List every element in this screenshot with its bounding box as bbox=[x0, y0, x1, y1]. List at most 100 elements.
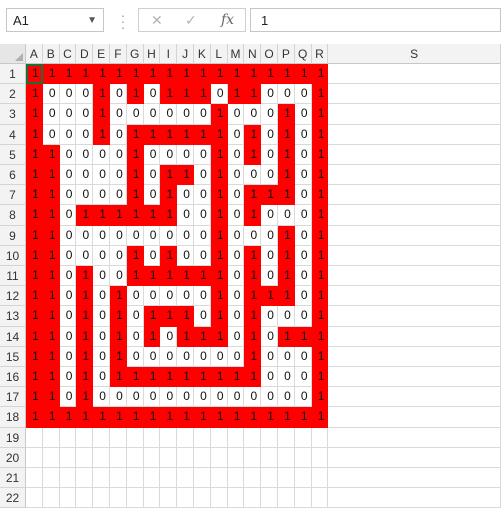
cell-r16[interactable]: 1 bbox=[311, 367, 329, 388]
cell-m1[interactable]: 1 bbox=[227, 64, 245, 85]
cell-l8[interactable]: 1 bbox=[210, 205, 228, 226]
cell-p15[interactable]: 0 bbox=[278, 346, 295, 367]
cell-p18[interactable]: 1 bbox=[278, 407, 295, 428]
cell-k17[interactable]: 0 bbox=[194, 387, 211, 408]
cell-e4[interactable]: 1 bbox=[93, 124, 110, 145]
cell-r17[interactable]: 1 bbox=[311, 387, 329, 408]
row-header-15[interactable]: 15 bbox=[0, 346, 26, 367]
cell-g13[interactable]: 0 bbox=[126, 306, 144, 327]
cell-j11[interactable]: 1 bbox=[177, 266, 194, 287]
cell-q12[interactable]: 0 bbox=[294, 286, 312, 307]
cell-l21[interactable] bbox=[210, 468, 228, 489]
cell-h6[interactable]: 0 bbox=[143, 165, 161, 186]
row-header-18[interactable]: 18 bbox=[0, 407, 26, 428]
cell-p3[interactable]: 1 bbox=[278, 104, 295, 125]
cell-p17[interactable]: 0 bbox=[278, 387, 295, 408]
insert-function-button[interactable]: fx bbox=[221, 12, 234, 28]
cell-q14[interactable]: 1 bbox=[294, 326, 312, 347]
cell-n14[interactable]: 1 bbox=[244, 326, 262, 347]
row-header-6[interactable]: 6 bbox=[0, 165, 26, 186]
cell-f5[interactable]: 0 bbox=[110, 144, 127, 165]
cell-k5[interactable]: 0 bbox=[194, 144, 211, 165]
cell-s10[interactable] bbox=[328, 245, 501, 266]
cell-o15[interactable]: 0 bbox=[261, 346, 278, 367]
cell-h4[interactable]: 1 bbox=[143, 124, 161, 145]
cell-h9[interactable]: 0 bbox=[143, 225, 161, 246]
cell-s12[interactable] bbox=[328, 286, 501, 307]
name-box[interactable]: A1 ▼ bbox=[6, 8, 104, 32]
cell-e1[interactable]: 1 bbox=[93, 64, 110, 85]
cell-j10[interactable]: 0 bbox=[177, 245, 194, 266]
cell-l5[interactable]: 1 bbox=[210, 144, 228, 165]
cell-m8[interactable]: 0 bbox=[227, 205, 245, 226]
cell-b7[interactable]: 1 bbox=[42, 185, 60, 206]
row-header-10[interactable]: 10 bbox=[0, 245, 26, 266]
cell-q3[interactable]: 0 bbox=[294, 104, 312, 125]
cell-f4[interactable]: 0 bbox=[110, 124, 127, 145]
cell-e22[interactable] bbox=[93, 488, 110, 508]
cell-k1[interactable]: 1 bbox=[194, 64, 211, 85]
cell-m3[interactable]: 0 bbox=[227, 104, 245, 125]
cell-g1[interactable]: 1 bbox=[126, 64, 144, 85]
cell-c10[interactable]: 0 bbox=[59, 245, 77, 266]
cell-l22[interactable] bbox=[210, 488, 228, 508]
cell-r11[interactable]: 1 bbox=[311, 266, 329, 287]
row-header-2[interactable]: 2 bbox=[0, 84, 26, 105]
cell-s4[interactable] bbox=[328, 124, 501, 145]
cell-b17[interactable]: 1 bbox=[42, 387, 60, 408]
cell-f7[interactable]: 0 bbox=[110, 185, 127, 206]
cell-q2[interactable]: 0 bbox=[294, 84, 312, 105]
cell-p7[interactable]: 1 bbox=[278, 185, 295, 206]
cell-c11[interactable]: 0 bbox=[59, 266, 77, 287]
cell-n20[interactable] bbox=[244, 447, 262, 468]
cell-d12[interactable]: 1 bbox=[76, 286, 94, 307]
cell-n1[interactable]: 1 bbox=[244, 64, 262, 85]
cell-b15[interactable]: 1 bbox=[42, 346, 60, 367]
cell-r2[interactable]: 1 bbox=[311, 84, 329, 105]
select-all-button[interactable] bbox=[0, 44, 26, 64]
column-header-m[interactable]: M bbox=[227, 44, 245, 64]
cell-i5[interactable]: 0 bbox=[160, 144, 178, 165]
cell-e12[interactable]: 0 bbox=[93, 286, 110, 307]
cell-g14[interactable]: 0 bbox=[126, 326, 144, 347]
cell-o19[interactable] bbox=[261, 427, 278, 448]
cell-p13[interactable]: 0 bbox=[278, 306, 295, 327]
cell-j15[interactable]: 0 bbox=[177, 346, 194, 367]
cell-f22[interactable] bbox=[110, 488, 127, 508]
cell-c7[interactable]: 0 bbox=[59, 185, 77, 206]
cell-e9[interactable]: 0 bbox=[93, 225, 110, 246]
cell-a13[interactable]: 1 bbox=[26, 306, 43, 327]
cell-r4[interactable]: 1 bbox=[311, 124, 329, 145]
cell-f12[interactable]: 1 bbox=[110, 286, 127, 307]
cell-a1[interactable]: 1 bbox=[26, 64, 43, 85]
cell-r15[interactable]: 1 bbox=[311, 346, 329, 367]
cell-h14[interactable]: 1 bbox=[143, 326, 161, 347]
cell-m5[interactable]: 0 bbox=[227, 144, 245, 165]
cell-n18[interactable]: 1 bbox=[244, 407, 262, 428]
cell-n17[interactable]: 0 bbox=[244, 387, 262, 408]
cell-i6[interactable]: 1 bbox=[160, 165, 178, 186]
cell-p22[interactable] bbox=[278, 488, 295, 508]
column-header-o[interactable]: O bbox=[261, 44, 278, 64]
cell-r10[interactable]: 1 bbox=[311, 245, 329, 266]
cell-c1[interactable]: 1 bbox=[59, 64, 77, 85]
cell-i9[interactable]: 0 bbox=[160, 225, 178, 246]
cell-h19[interactable] bbox=[143, 427, 161, 448]
cell-b12[interactable]: 1 bbox=[42, 286, 60, 307]
cell-b9[interactable]: 1 bbox=[42, 225, 60, 246]
cell-k12[interactable]: 0 bbox=[194, 286, 211, 307]
cell-o12[interactable]: 1 bbox=[261, 286, 278, 307]
cell-g20[interactable] bbox=[126, 447, 144, 468]
cell-o6[interactable]: 0 bbox=[261, 165, 278, 186]
cell-d8[interactable]: 1 bbox=[76, 205, 94, 226]
chevron-down-icon[interactable]: ▼ bbox=[87, 15, 97, 26]
cell-s15[interactable] bbox=[328, 346, 501, 367]
cell-g5[interactable]: 1 bbox=[126, 144, 144, 165]
cell-n22[interactable] bbox=[244, 488, 262, 508]
cell-j14[interactable]: 1 bbox=[177, 326, 194, 347]
cell-q13[interactable]: 0 bbox=[294, 306, 312, 327]
cell-d7[interactable]: 0 bbox=[76, 185, 94, 206]
cell-n16[interactable]: 1 bbox=[244, 367, 262, 388]
cell-i20[interactable] bbox=[160, 447, 178, 468]
cell-b1[interactable]: 1 bbox=[42, 64, 60, 85]
